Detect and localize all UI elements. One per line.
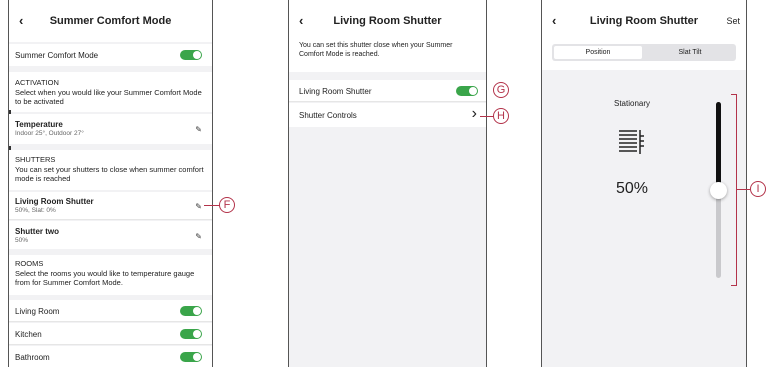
temperature-row[interactable]: Temperature Indoor 25°, Outdoor 27° ✎: [9, 114, 212, 144]
position-percentage: 50%: [615, 180, 649, 197]
shutter-toggle-label: Living Room Shutter: [299, 87, 372, 96]
summer-comfort-label: Summer Comfort Mode: [15, 51, 99, 60]
activation-section: ACTIVATION Select when you would like yo…: [9, 72, 212, 112]
temperature-value: Indoor 25°, Outdoor 27°: [15, 130, 84, 137]
room-name: Bathroom: [15, 353, 50, 362]
segmented-control: Position Slat Tilt: [552, 44, 736, 61]
room-toggle[interactable]: [180, 329, 202, 339]
rooms-description: Select the rooms you would like to tempe…: [15, 268, 195, 288]
shutter-item-living-room[interactable]: Living Room Shutter 50%, Slat: 0% ✎: [9, 192, 212, 220]
tab-slat-tilt[interactable]: Slat Tilt: [646, 46, 734, 59]
shutter-controls-label: Shutter Controls: [299, 111, 357, 120]
position-slider[interactable]: [710, 102, 727, 278]
shutter-position-screen: ‹ Living Room Shutter Set Position Slat …: [541, 0, 747, 367]
summer-comfort-toggle-row: Summer Comfort Mode: [9, 44, 212, 66]
rooms-section: ROOMS Select the rooms you would like to…: [9, 255, 212, 295]
shutter-toggle-row: Living Room Shutter: [289, 80, 486, 102]
callout-h: H: [493, 108, 509, 124]
callout-line: [480, 116, 494, 117]
activation-heading: ACTIVATION: [15, 78, 59, 87]
page-title: Summer Comfort Mode: [49, 15, 172, 27]
summer-comfort-screen: ‹ Summer Comfort Mode Summer Comfort Mod…: [8, 0, 213, 367]
set-button[interactable]: Set: [726, 16, 740, 26]
room-toggle[interactable]: [180, 306, 202, 316]
page-title: Living Room Shutter: [589, 15, 699, 27]
callout-g: G: [493, 82, 509, 98]
summer-comfort-toggle[interactable]: [180, 50, 202, 60]
page-title: Living Room Shutter: [333, 15, 442, 27]
room-toggle[interactable]: [180, 352, 202, 362]
shutter-item-two[interactable]: Shutter two 50% ✎: [9, 221, 212, 249]
edit-icon[interactable]: ✎: [195, 202, 202, 211]
room-item-kitchen: Kitchen: [9, 323, 212, 345]
shutter-name: Living Room Shutter: [15, 197, 94, 206]
shutters-section: SHUTTERS You can set your shutters to cl…: [9, 150, 212, 190]
shutter-detail: 50%, Slat: 0%: [15, 207, 56, 214]
room-item-living-room: Living Room: [9, 300, 212, 322]
shutter-settings-screen: ‹ Living Room Shutter You can set this s…: [288, 0, 487, 367]
chevron-right-icon: ›: [471, 105, 477, 122]
callout-f: F: [219, 197, 235, 213]
shutter-toggle[interactable]: [456, 86, 478, 96]
shutter-detail: 50%: [15, 237, 29, 244]
shutter-name: Shutter two: [15, 227, 59, 236]
header: ‹ Living Room Shutter You can set this s…: [289, 0, 486, 72]
room-name: Living Room: [15, 307, 60, 316]
callout-bracket: [731, 94, 737, 286]
header: ‹ Living Room Shutter Set Position Slat …: [542, 0, 746, 70]
room-name: Kitchen: [15, 330, 42, 339]
shutter-description: You can set this shutter close when your…: [299, 42, 453, 58]
slider-fill: [716, 102, 721, 190]
callout-i: I: [750, 181, 766, 197]
shutter-controls-row[interactable]: Shutter Controls ›: [289, 103, 486, 127]
header: ‹ Summer Comfort Mode: [9, 0, 212, 42]
shutter-icon: [619, 130, 644, 154]
edit-icon[interactable]: ✎: [195, 125, 202, 134]
shutters-description: You can set your shutters to close when …: [15, 164, 204, 184]
edit-icon[interactable]: ✎: [195, 232, 202, 241]
shutters-heading: SHUTTERS: [15, 155, 56, 164]
temperature-title: Temperature: [15, 120, 63, 129]
activation-description: Select when you would like your Summer C…: [15, 87, 202, 107]
tab-position[interactable]: Position: [554, 46, 642, 59]
rooms-heading: ROOMS: [15, 259, 44, 268]
room-item-bathroom: Bathroom: [9, 346, 212, 367]
callout-line: [736, 189, 750, 190]
status-text: Stationary: [613, 99, 651, 108]
slider-thumb[interactable]: [710, 182, 727, 199]
